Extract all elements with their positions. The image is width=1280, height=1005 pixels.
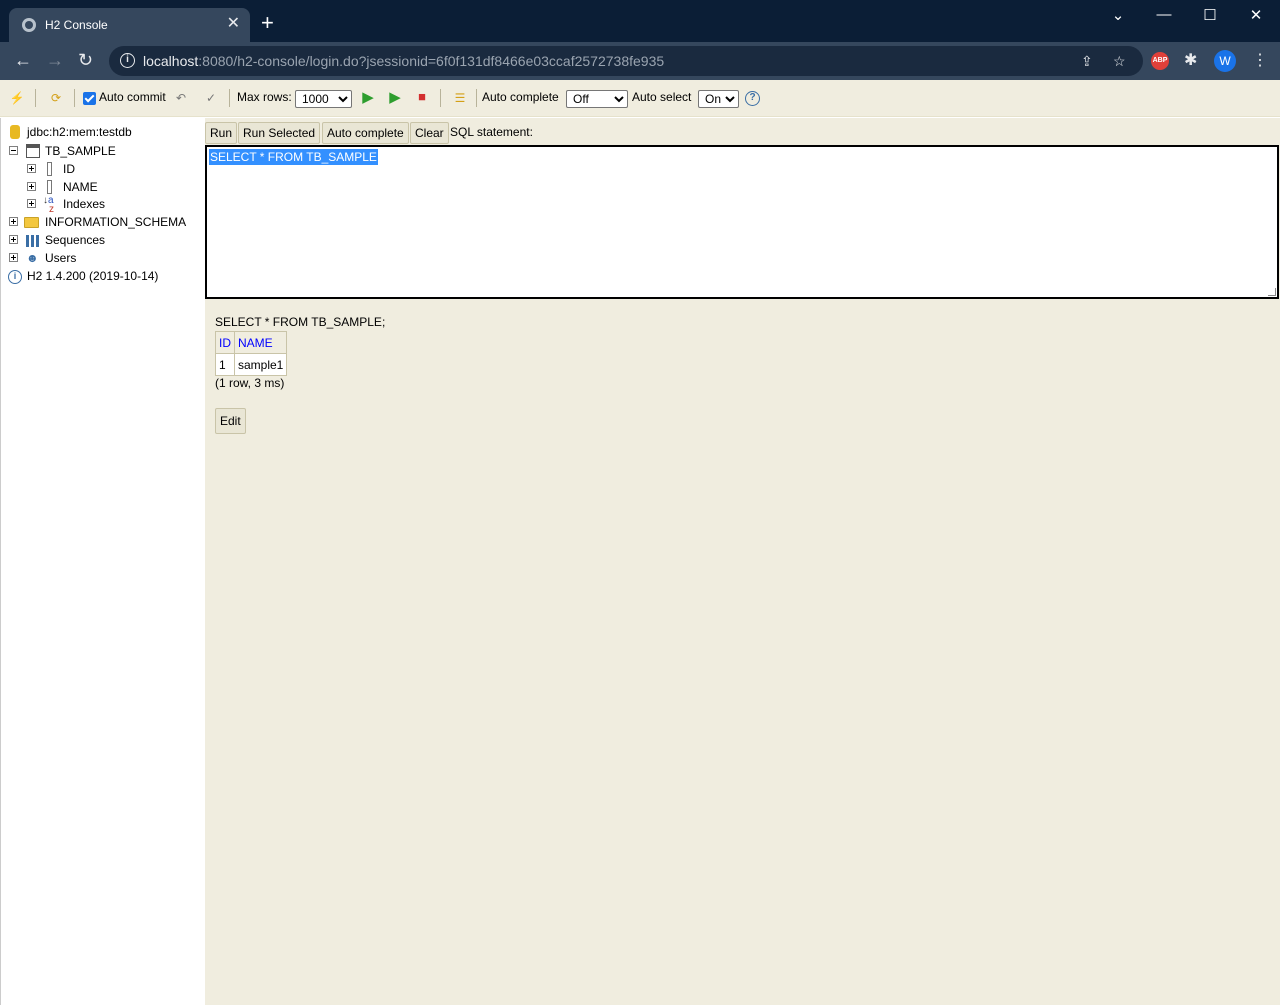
bookmark-star-icon[interactable]: ☆ [1113, 53, 1126, 70]
maximize-icon[interactable]: ☐ [1187, 6, 1233, 24]
tree-table[interactable]: TB_SAMPLE [45, 144, 116, 158]
folder-icon [24, 217, 39, 228]
auto-commit-checkbox[interactable] [83, 92, 96, 105]
close-window-icon[interactable]: ✕ [1233, 6, 1279, 24]
auto-complete-select[interactable]: Off [566, 90, 628, 108]
main-panel: Run Run Selected Auto complete Clear SQL… [205, 118, 1280, 1005]
table-cell: sample1 [233, 353, 288, 376]
profile-avatar[interactable]: W [1214, 50, 1236, 72]
clear-button[interactable]: Clear [410, 122, 449, 144]
toolbar-separator [229, 89, 230, 107]
toolbar-separator [440, 89, 441, 107]
schema-tree: jdbc:h2:mem:testdb TB_SAMPLE ID NAME ↓a z… [0, 118, 204, 1005]
column-icon [47, 180, 52, 194]
sql-editor-text[interactable]: SELECT * FROM TB_SAMPLE [209, 149, 378, 165]
run-button[interactable]: Run [205, 122, 238, 144]
users-icon: ☻ [26, 251, 39, 265]
result-query: SELECT * FROM TB_SAMPLE; [215, 315, 386, 329]
auto-complete-label: Auto complete [482, 90, 559, 104]
table-row: 1 sample1 [215, 353, 288, 376]
browser-toolbar: ← → ↻ i localhost:8080/h2-console/login.… [0, 42, 1280, 80]
expand-icon[interactable] [9, 235, 18, 244]
table-header-row: ID NAME [215, 331, 288, 354]
commit-icon[interactable]: ✓ [203, 90, 219, 106]
share-icon[interactable]: ⇪ [1081, 53, 1093, 70]
h2-toolbar: ⚡ ⟳ Auto commit ↶ ✓ Max rows: ▶ ▶ ■ ☰ Au… [0, 80, 1280, 117]
column-header[interactable]: ID [215, 331, 235, 354]
toolbar-separator [74, 89, 75, 107]
expand-icon[interactable] [27, 164, 36, 173]
info-icon: i [8, 270, 22, 284]
extensions-icon[interactable]: ✱ [1184, 50, 1197, 70]
disconnect-icon[interactable]: ⚡ [9, 90, 25, 106]
rollback-icon[interactable]: ↶ [173, 90, 189, 106]
column-header[interactable]: NAME [233, 331, 288, 354]
result-table: ID NAME 1 sample1 [215, 331, 288, 376]
address-bar[interactable]: i localhost:8080/h2-console/login.do?jse… [109, 46, 1143, 76]
tree-column[interactable]: NAME [63, 180, 98, 194]
result-summary: (1 row, 3 ms) [215, 376, 285, 390]
run-selected-button[interactable]: Run Selected [238, 122, 321, 144]
run-selected-icon[interactable]: ▶ [387, 90, 403, 106]
collapse-icon[interactable] [9, 146, 18, 155]
expand-icon[interactable] [9, 217, 18, 226]
browser-titlebar: H2 Console ✕ + ⌄ — ☐ ✕ [0, 0, 1280, 42]
sql-statement-label: SQL statement: [450, 125, 533, 139]
tree-indexes[interactable]: Indexes [63, 197, 105, 211]
table-cell: 1 [215, 353, 235, 376]
help-icon[interactable]: ? [745, 91, 760, 106]
edit-button[interactable]: Edit [215, 408, 246, 434]
tab-search-icon[interactable]: ⌄ [1095, 6, 1141, 24]
tab-close-icon[interactable]: ✕ [227, 15, 240, 33]
sql-editor[interactable]: SELECT * FROM TB_SAMPLE [205, 145, 1279, 299]
database-icon [10, 125, 20, 139]
max-rows-select[interactable]: 1000 [295, 90, 352, 108]
history-icon[interactable]: ☰ [452, 90, 468, 106]
tree-version: H2 1.4.200 (2019-10-14) [27, 269, 159, 283]
auto-complete-button[interactable]: Auto complete [322, 122, 409, 144]
forward-icon[interactable]: → [46, 50, 64, 70]
resize-handle[interactable] [1268, 288, 1276, 296]
max-rows-label: Max rows: [237, 90, 292, 104]
expand-icon[interactable] [27, 182, 36, 191]
site-info-icon[interactable]: i [120, 53, 135, 68]
tab-title: H2 Console [45, 18, 108, 32]
tree-column[interactable]: ID [63, 162, 75, 176]
new-tab-button[interactable]: + [261, 12, 274, 34]
tree-users[interactable]: Users [45, 251, 76, 265]
stop-icon[interactable]: ■ [414, 89, 430, 105]
adblock-extension-icon[interactable]: ABP [1151, 52, 1169, 70]
expand-icon[interactable] [27, 199, 36, 208]
globe-icon [22, 18, 36, 32]
index-sort-icon: ↓a z [43, 195, 54, 215]
url-text[interactable]: localhost:8080/h2-console/login.do?jsess… [143, 53, 664, 69]
column-icon [47, 162, 52, 176]
toolbar-separator [35, 89, 36, 107]
tree-connection[interactable]: jdbc:h2:mem:testdb [27, 125, 132, 139]
table-icon [26, 144, 40, 158]
auto-select-select[interactable]: On [698, 90, 739, 108]
browser-menu-icon[interactable]: ⋮ [1252, 50, 1268, 70]
minimize-icon[interactable]: — [1141, 6, 1187, 23]
run-icon[interactable]: ▶ [360, 90, 376, 106]
tree-sequences[interactable]: Sequences [45, 233, 105, 247]
expand-icon[interactable] [9, 253, 18, 262]
sequence-icon [26, 235, 41, 247]
refresh-icon[interactable]: ⟳ [48, 90, 64, 106]
back-icon[interactable]: ← [14, 50, 32, 70]
reload-icon[interactable]: ↻ [78, 50, 93, 70]
browser-tab[interactable]: H2 Console ✕ [9, 8, 250, 42]
auto-select-label: Auto select [632, 90, 692, 104]
tree-information-schema[interactable]: INFORMATION_SCHEMA [45, 215, 186, 229]
auto-commit-label: Auto commit [99, 90, 166, 104]
toolbar-separator [476, 89, 477, 107]
